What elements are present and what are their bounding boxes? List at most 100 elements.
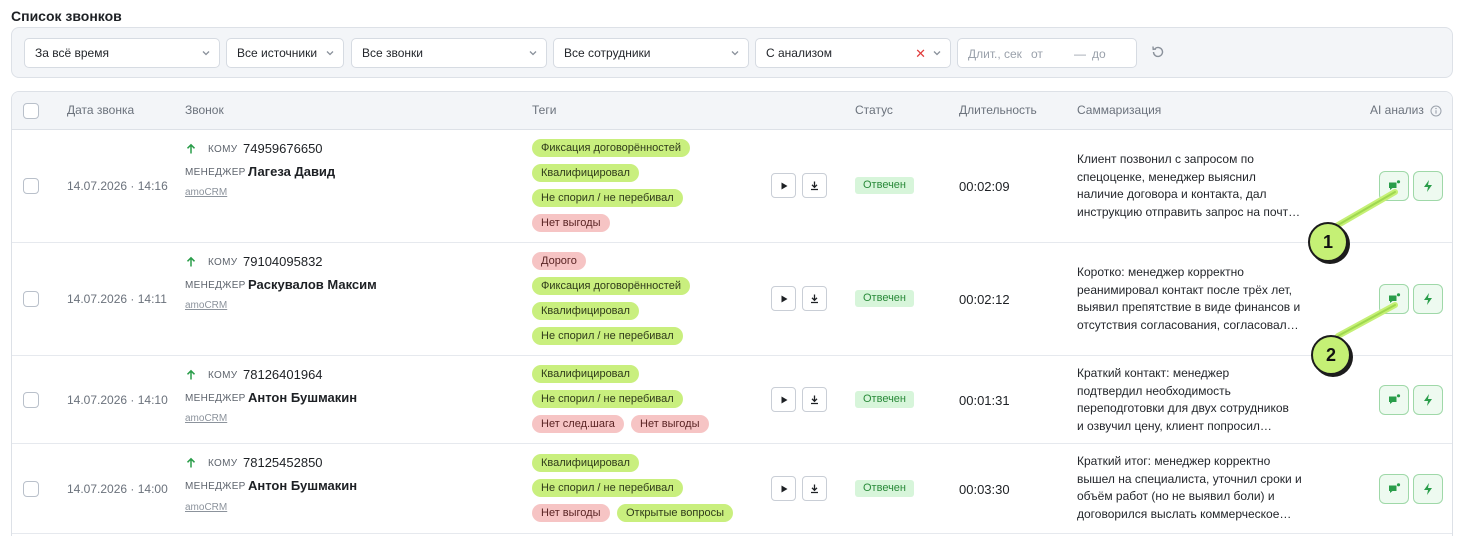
tag: Квалифицировал [532,365,639,383]
sources-select[interactable]: Все источники [226,38,344,68]
period-select[interactable]: За всё время [24,38,220,68]
manager-name: Антон Бушмакин [248,478,358,493]
duration-to-input[interactable]: до [1092,47,1106,61]
download-icon [811,484,818,494]
phone-number: 74959676650 [243,141,323,156]
tag: Фиксация договорённостей [532,277,690,295]
summary-line: переподготовки для двух сотрудников [1077,401,1289,415]
refresh-icon[interactable] [1150,44,1166,60]
chevron-down-icon [731,51,739,56]
ai-analyze-button[interactable] [1413,171,1443,201]
summary-line: вышел на специалиста, уточнил сроки и [1077,471,1302,486]
call-summary[interactable]: Клиент позвонил с запросом по спецоценке… [1077,151,1309,221]
summary-line: спецоценке, менеджер выяснил [1077,169,1256,184]
tag: Квалифицировал [532,454,639,472]
tag: Не спорил / не перебивал [532,479,683,497]
download-button[interactable] [802,387,827,412]
row-checkbox[interactable] [23,392,39,408]
play-icon [781,182,787,189]
select-all-checkbox[interactable] [23,103,39,119]
header-call: Звонок [185,103,224,117]
source-link[interactable]: amoCRM [185,413,227,424]
call-summary[interactable]: Краткий итог: менеджер корректно вышел н… [1077,453,1309,523]
duration-filter[interactable]: Длит., сек от — до [957,38,1137,68]
download-button[interactable] [802,286,827,311]
table-header: Дата звонка Звонок Теги Статус Длительно… [12,92,1452,130]
manager-label: МЕНЕДЖЕР [185,167,246,178]
manager-name: Лагеза Давид [248,164,336,179]
analysis-select[interactable]: С анализом ✕ [755,38,951,68]
calls-table: Дата звонка Звонок Теги Статус Длительно… [11,91,1453,536]
status-badge: Отвечен [855,177,914,194]
chat-icon [1389,483,1401,493]
call-summary[interactable]: Краткий контакт: менеджер подтвердил нео… [1077,365,1309,435]
header-tags: Теги [532,103,557,117]
tag: Квалифицировал [532,164,639,182]
chevron-down-icon [529,51,537,56]
info-icon[interactable] [1430,105,1442,117]
ai-chat-button[interactable] [1379,171,1409,201]
row-checkbox[interactable] [23,178,39,194]
row-checkbox[interactable] [23,481,39,497]
duration-dash: — [1074,47,1086,61]
ai-chat-button[interactable] [1379,385,1409,415]
phone-number: 78126401964 [243,367,323,382]
play-button[interactable] [771,286,796,311]
call-duration: 00:03:30 [959,482,1010,497]
ai-analyze-button[interactable] [1413,474,1443,504]
row-checkbox[interactable] [23,291,39,307]
header-ai: AI анализ [1370,103,1424,117]
manager-label: МЕНЕДЖЕР [185,280,246,291]
ai-chat-button[interactable] [1379,474,1409,504]
source-link[interactable]: amoCRM [185,502,227,513]
source-link[interactable]: amoCRM [185,300,227,311]
summary-line: объём работ (но не выявил боли) и [1077,489,1275,503]
status-badge: Отвечен [855,290,914,307]
filters-bar: За всё время Все источники Все звонки Вс… [11,27,1453,78]
page-title: Список звонков [11,8,122,24]
table-row[interactable]: 14.07.2026 · 14:10 КОМУ 78126401964 МЕНЕ… [12,356,1452,444]
download-button[interactable] [802,476,827,501]
download-button[interactable] [802,173,827,198]
play-icon [781,396,787,403]
source-link[interactable]: amoCRM [185,187,227,198]
header-duration[interactable]: Длительность [959,103,1037,117]
ai-analyze-button[interactable] [1413,385,1443,415]
summary-line: договорился выслать коммерческое… [1077,506,1292,521]
table-row[interactable]: 14.07.2026 · 14:16 КОМУ 74959676650 МЕНЕ… [12,130,1452,243]
summary-line: выявил препятствие в виде финансов и [1077,300,1301,314]
tag: Дорого [532,252,586,270]
clear-icon[interactable]: ✕ [915,46,926,62]
employees-select[interactable]: Все сотрудники [553,38,749,68]
call-date: 14.07.2026 · 14:16 [67,179,168,193]
chevron-down-icon [933,51,941,56]
callout-badge-2: 2 [1311,335,1351,375]
summary-line: инструкцию отправить запрос на почт… [1077,204,1301,219]
tag: Нет выгоды [631,415,709,433]
manager-name: Раскувалов Максим [248,277,377,292]
summary-line: и озвучил цену, клиент попросил… [1077,418,1272,433]
header-date[interactable]: Дата звонка [67,103,134,117]
ai-chat-button[interactable] [1379,284,1409,314]
call-duration: 00:01:31 [959,393,1010,408]
calls-select[interactable]: Все звонки [351,38,547,68]
phone-number: 79104095832 [243,254,323,269]
chevron-down-icon [326,51,334,56]
table-row[interactable]: 14.07.2026 · 14:00 КОМУ 78125452850 МЕНЕ… [12,444,1452,534]
play-button[interactable] [771,476,796,501]
call-date: 14.07.2026 · 14:10 [67,393,168,407]
call-date: 14.07.2026 · 14:00 [67,482,168,496]
chat-icon [1389,180,1401,190]
call-date: 14.07.2026 · 14:11 [67,292,167,306]
bolt-icon [1424,394,1432,406]
table-row[interactable]: 14.07.2026 · 14:11 КОМУ 79104095832 МЕНЕ… [12,243,1452,356]
ai-analyze-button[interactable] [1413,284,1443,314]
call-summary[interactable]: Коротко: менеджер корректно реанимировал… [1077,264,1309,334]
play-button[interactable] [771,173,796,198]
play-icon [781,485,787,492]
summary-line: Коротко: менеджер корректно [1077,265,1244,279]
duration-from-input[interactable]: от [1031,47,1043,61]
to-label: КОМУ [208,257,238,268]
sources-select-value: Все источники [237,46,318,60]
play-button[interactable] [771,387,796,412]
